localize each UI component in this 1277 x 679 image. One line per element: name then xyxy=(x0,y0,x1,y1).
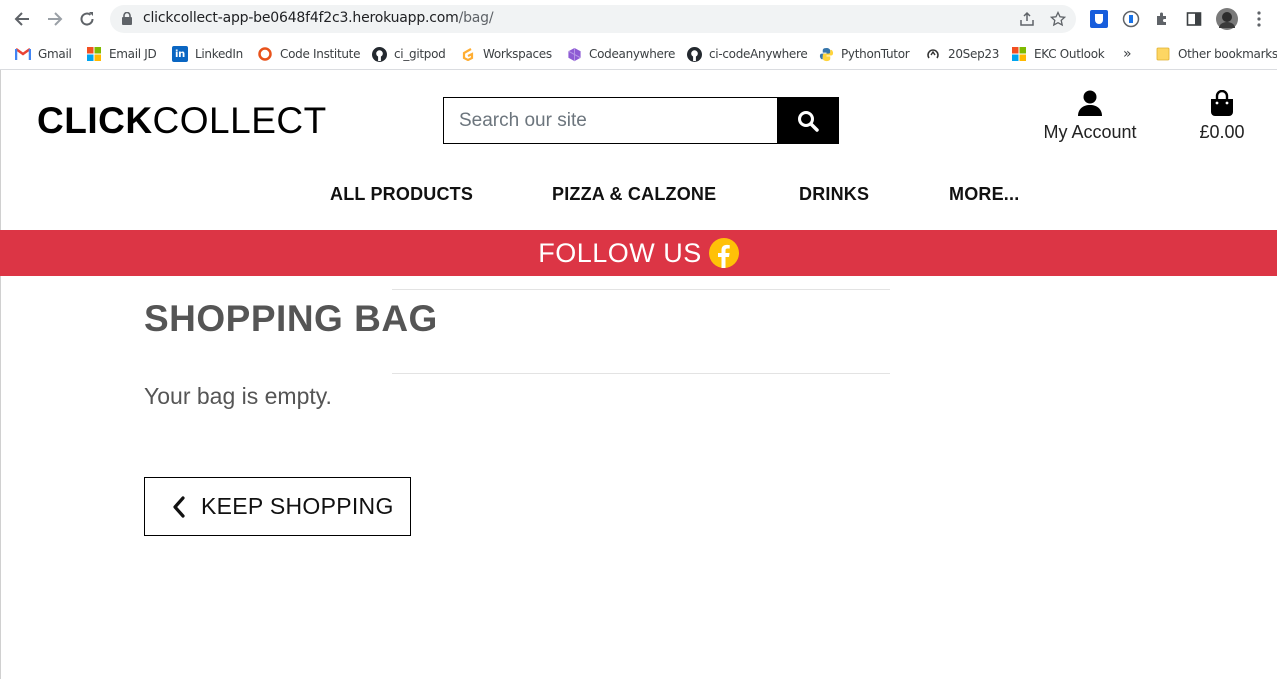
extensions-puzzle-icon[interactable] xyxy=(1151,8,1173,30)
bag-total: £0.00 xyxy=(1199,122,1245,142)
top-divider xyxy=(392,289,890,290)
codeanywhere-icon xyxy=(566,46,582,62)
reload-icon[interactable] xyxy=(75,7,99,31)
search-input[interactable] xyxy=(444,98,778,143)
shopping-bag-icon xyxy=(1190,88,1254,118)
search-icon xyxy=(797,110,819,132)
bookmark-codeanywhere[interactable]: Codeanywhere xyxy=(566,44,675,64)
shopping-bag-link[interactable]: £0.00 xyxy=(1190,88,1254,143)
gmail-icon xyxy=(15,46,31,62)
gitpod-icon xyxy=(460,46,476,62)
share-icon[interactable] xyxy=(1018,10,1036,28)
bookmark-email-jd[interactable]: Email JD xyxy=(86,44,157,64)
bitwarden-extension-icon[interactable] xyxy=(1088,8,1110,30)
nav-more[interactable]: MORE... xyxy=(949,184,1019,205)
microsoft-icon xyxy=(1011,46,1027,62)
github-icon xyxy=(371,46,387,62)
bookmark-ci-codeanywhere[interactable]: ci-codeAnywhere xyxy=(686,44,808,64)
follow-us-banner: FOLLOW US xyxy=(0,230,1277,276)
search-button[interactable] xyxy=(777,98,838,143)
site-logo[interactable]: CLICKCOLLECT xyxy=(37,100,327,142)
user-icon xyxy=(1030,88,1150,118)
bookmark-workspaces[interactable]: Workspaces xyxy=(460,44,552,64)
bookmark-20sep23[interactable]: 20Sep23 xyxy=(925,44,999,64)
github-icon xyxy=(686,46,702,62)
logo-thin-text: COLLECT xyxy=(152,100,327,141)
chevron-left-icon xyxy=(173,495,185,518)
browser-menu-icon[interactable] xyxy=(1248,8,1270,30)
linkedin-icon: in xyxy=(172,46,188,62)
profile-avatar[interactable] xyxy=(1216,8,1238,30)
address-bar[interactable]: clickcollect-app-be0648f4f2c3.herokuapp.… xyxy=(110,5,1076,33)
keep-shopping-button[interactable]: KEEP SHOPPING xyxy=(144,477,411,536)
bookmark-code-institute[interactable]: Code Institute xyxy=(257,44,360,64)
bookmark-gmail[interactable]: Gmail xyxy=(15,44,72,64)
bookmark-other-bookmarks[interactable]: Other bookmarks xyxy=(1155,44,1277,64)
forward-icon[interactable] xyxy=(43,7,67,31)
search-form xyxy=(443,97,839,144)
bookmark-linkedin[interactable]: in LinkedIn xyxy=(172,44,243,64)
bookmark-ekc-outlook[interactable]: EKC Outlook xyxy=(1011,44,1105,64)
empty-bag-message: Your bag is empty. xyxy=(144,383,332,409)
browser-toolbar: clickcollect-app-be0648f4f2c3.herokuapp.… xyxy=(0,0,1277,38)
back-icon[interactable] xyxy=(10,7,34,31)
viewport-edge xyxy=(0,70,1,679)
page-title: SHOPPING BAG xyxy=(144,298,438,339)
bookmark-pythontutor[interactable]: PythonTutor xyxy=(818,44,910,64)
microsoft-icon xyxy=(86,46,102,62)
password-extension-icon[interactable] xyxy=(1120,8,1142,30)
bottom-divider xyxy=(392,373,890,374)
folder-icon xyxy=(1155,46,1171,62)
my-account-label: My Account xyxy=(1043,122,1137,142)
follow-us-text: FOLLOW US xyxy=(538,237,702,268)
python-icon xyxy=(818,46,834,62)
lock-icon xyxy=(122,12,132,25)
nav-all-products[interactable]: ALL PRODUCTS xyxy=(330,184,473,205)
more-bookmarks-button[interactable]: » xyxy=(1123,44,1132,64)
loop-icon xyxy=(925,46,941,62)
star-icon[interactable] xyxy=(1049,10,1067,28)
code-institute-icon xyxy=(257,46,273,62)
url-text: clickcollect-app-be0648f4f2c3.herokuapp.… xyxy=(143,10,494,26)
bookmark-ci-gitpod[interactable]: ci_gitpod xyxy=(371,44,446,64)
side-panel-icon[interactable] xyxy=(1183,8,1205,30)
nav-drinks[interactable]: DRINKS xyxy=(799,184,869,205)
nav-pizza-calzone[interactable]: PIZZA & CALZONE xyxy=(552,184,716,205)
bookmarks-bar: Gmail Email JD in LinkedIn Code Institute… xyxy=(0,38,1277,70)
main-nav: ALL PRODUCTS PIZZA & CALZONE DRINKS MORE… xyxy=(0,184,1277,208)
my-account-link[interactable]: My Account xyxy=(1030,88,1150,143)
keep-shopping-label: KEEP SHOPPING xyxy=(201,493,394,519)
facebook-icon[interactable] xyxy=(708,238,739,268)
logo-bold-text: CLICK xyxy=(37,100,153,141)
